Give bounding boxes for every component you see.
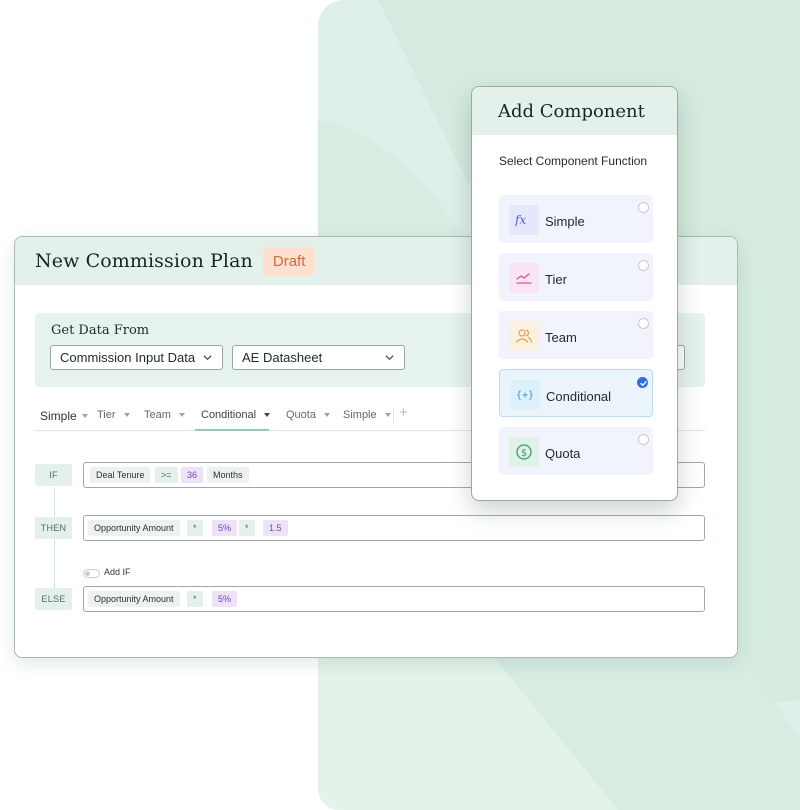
source-select-value: Commission Input Data [60, 350, 196, 365]
option-radio-checked[interactable] [637, 377, 648, 388]
tab-label: Tier [97, 409, 116, 421]
else-tag: ELSE [35, 588, 72, 610]
operator-chip[interactable]: * [239, 520, 255, 536]
source-select[interactable]: Commission Input Data [50, 345, 223, 370]
chevron-down-icon [203, 355, 212, 361]
tab-simple-2[interactable]: Simple [343, 409, 391, 421]
braces-plus-icon: {+} [510, 380, 540, 410]
caret-down-icon [264, 413, 271, 417]
tab-quota[interactable]: Quota [286, 409, 330, 421]
status-badge: Draft [262, 246, 316, 276]
chevron-down-icon [385, 355, 394, 361]
data-source-label: Get Data From [51, 323, 150, 338]
tab-label: Team [144, 409, 171, 421]
option-simple[interactable]: fx Simple [499, 195, 653, 243]
option-label: Quota [545, 446, 581, 461]
page-title: New Commission Plan [35, 250, 253, 272]
tab-simple[interactable]: Simple [40, 409, 88, 423]
field-chip[interactable]: Opportunity Amount [88, 591, 180, 607]
svg-text:fx: fx [515, 213, 526, 227]
caret-down-icon [81, 414, 88, 418]
users-icon [509, 321, 539, 351]
add-tab-button[interactable]: + [399, 404, 408, 421]
toggle-knob [85, 571, 90, 576]
operator-chip[interactable]: >= [155, 467, 178, 483]
tab-label: Conditional [201, 409, 257, 421]
line-chart-icon [509, 263, 539, 293]
tab-label: Simple [343, 409, 377, 421]
operator-chip[interactable]: * [187, 520, 203, 536]
operator-chip[interactable]: * [187, 591, 203, 607]
option-label: Conditional [546, 389, 612, 404]
add-if-label[interactable]: Add IF [104, 567, 131, 577]
caret-down-icon [384, 413, 391, 417]
option-label: Simple [545, 214, 585, 229]
option-label: Tier [545, 272, 567, 287]
add-component-subtitle: Select Component Function [499, 154, 648, 168]
caret-down-icon [323, 413, 330, 417]
field-chip[interactable]: Opportunity Amount [88, 520, 180, 536]
fx-icon: fx [509, 205, 539, 235]
option-radio[interactable] [638, 318, 649, 329]
svg-text:$: $ [521, 448, 527, 459]
field-chip[interactable]: Deal Tenure [90, 467, 151, 483]
caret-down-icon [123, 413, 130, 417]
rule-connector [54, 487, 55, 597]
add-component-panel: Add Component Select Component Function … [471, 86, 678, 501]
add-component-header: Add Component [472, 87, 677, 135]
option-radio[interactable] [638, 434, 649, 445]
option-label: Team [545, 330, 577, 345]
add-if-toggle[interactable] [83, 569, 100, 578]
check-icon [640, 381, 647, 386]
if-tag: IF [35, 464, 72, 486]
then-tag: THEN [35, 517, 72, 539]
tab-divider [393, 409, 394, 423]
tab-tier[interactable]: Tier [97, 409, 130, 421]
active-tab-indicator [195, 429, 269, 431]
option-team[interactable]: Team [499, 311, 653, 359]
tab-label: Simple [40, 409, 77, 423]
option-radio[interactable] [638, 260, 649, 271]
tab-label: Quota [286, 409, 316, 421]
option-quota[interactable]: $ Quota [499, 427, 653, 475]
dataset-select-value: AE Datasheet [242, 350, 323, 365]
caret-down-icon [178, 413, 185, 417]
add-component-title: Add Component [498, 100, 645, 122]
dataset-select[interactable]: AE Datasheet [232, 345, 405, 370]
value-chip[interactable]: 1.5 [263, 520, 288, 536]
option-radio[interactable] [638, 202, 649, 213]
dollar-circle-icon: $ [509, 437, 539, 467]
unit-chip[interactable]: Months [207, 467, 249, 483]
option-tier[interactable]: Tier [499, 253, 653, 301]
else-expression[interactable]: Opportunity Amount * 5% [83, 586, 705, 612]
tab-team[interactable]: Team [144, 409, 185, 421]
then-expression[interactable]: Opportunity Amount * 5% * 1.5 [83, 515, 705, 541]
value-chip[interactable]: 5% [212, 520, 238, 536]
value-chip[interactable]: 5% [212, 591, 238, 607]
value-chip[interactable]: 36 [181, 467, 204, 483]
tab-conditional[interactable]: Conditional [201, 409, 271, 421]
option-conditional[interactable]: {+} Conditional [499, 369, 653, 417]
